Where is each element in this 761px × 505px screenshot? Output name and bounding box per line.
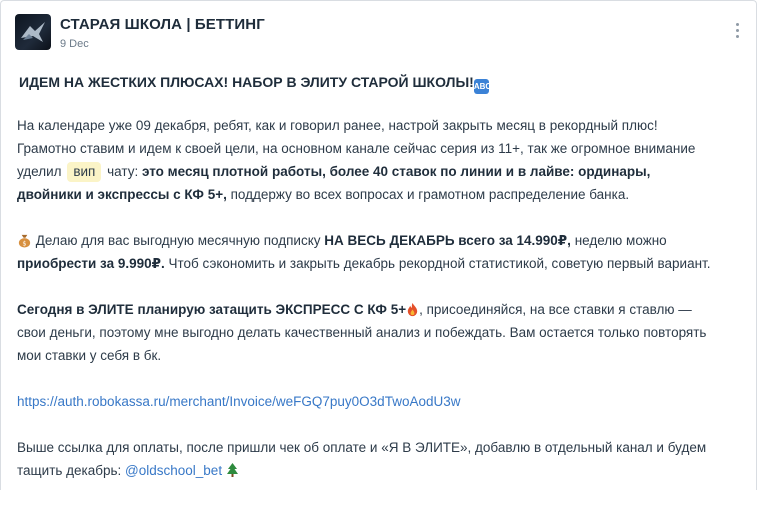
p2-text-1: Делаю для вас выгодную месячную подписку <box>35 233 321 248</box>
paragraph-1: На календаре уже 09 декабря, ребят, как … <box>17 114 717 206</box>
p3-bold: Сегодня в ЭЛИТЕ планирую затащить ЭКСПРЕ… <box>17 302 407 317</box>
vip-tag: вип <box>67 162 102 182</box>
fire-emoji-icon <box>407 302 418 317</box>
p2-bold-1: НА ВЕСЬ ДЕКАБРЬ всего за 14.990₽, <box>324 233 571 248</box>
post-header: СТАРАЯ ШКОЛА | БЕТТИНГ 9 Dec <box>15 14 742 54</box>
channel-avatar[interactable] <box>15 14 51 50</box>
p1-text-3: поддержу во всех вопросах и грамотном ра… <box>230 187 630 202</box>
svg-text:$: $ <box>22 240 26 248</box>
paragraph-5: Выше ссылка для оплаты, после пришли чек… <box>17 436 717 482</box>
paragraph-4: https://auth.robokassa.ru/merchant/Invoi… <box>17 390 717 413</box>
channel-name[interactable]: СТАРАЯ ШКОЛА | БЕТТИНГ <box>60 16 265 33</box>
p2-text-3: Чтоб сэкономить и закрыть декабрь рекорд… <box>168 256 711 271</box>
paragraph-3: Сегодня в ЭЛИТЕ планирую затащить ЭКСПРЕ… <box>17 298 717 367</box>
paragraph-2: $ Делаю для вас выгодную месячную подпис… <box>17 229 717 275</box>
post-card: СТАРАЯ ШКОЛА | БЕТТИНГ 9 Dec ИДЕМ НА ЖЕС… <box>0 0 757 490</box>
post-date: 9 Dec <box>60 38 89 50</box>
more-vertical-icon[interactable] <box>730 20 744 42</box>
headline-text: ИДЕМ НА ЖЕСТКИХ ПЛЮСАХ! НАБОР В ЭЛИТУ СТ… <box>19 74 474 90</box>
p5-text: Выше ссылка для оплаты, после пришли чек… <box>17 440 707 478</box>
abcd-emoji-icon: ABC <box>473 79 491 94</box>
p1-text-2: чату: <box>107 164 139 179</box>
post-body: ИДЕМ НА ЖЕСТКИХ ПЛЮСАХ! НАБОР В ЭЛИТУ СТ… <box>17 71 717 505</box>
p2-bold-2: приобрести за 9.990₽. <box>17 256 165 271</box>
channel-mention-link[interactable]: @oldschool_bet <box>125 463 222 478</box>
christmas-tree-emoji-icon <box>226 463 238 477</box>
post-headline: ИДЕМ НА ЖЕСТКИХ ПЛЮСАХ! НАБОР В ЭЛИТУ СТ… <box>19 71 717 94</box>
p2-text-2: неделю можно <box>574 233 667 248</box>
moneybag-emoji-icon: $ <box>18 234 31 248</box>
payment-link[interactable]: https://auth.robokassa.ru/merchant/Invoi… <box>17 394 460 409</box>
